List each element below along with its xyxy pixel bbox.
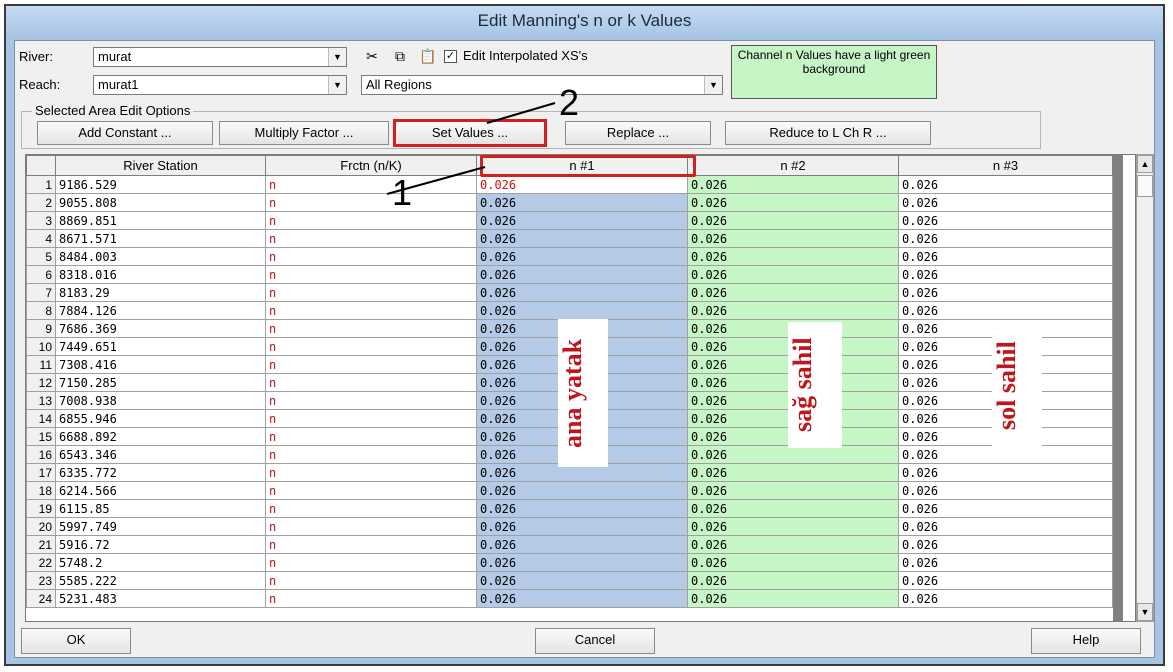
window-title: Edit Manning's n or k Values — [6, 6, 1163, 36]
manning-dialog: Edit Manning's n or k Values River: mura… — [4, 4, 1165, 666]
marker-lines — [386, 102, 556, 195]
ok-button[interactable]: OK — [21, 628, 131, 654]
cancel-button[interactable]: Cancel — [535, 628, 655, 654]
dialog-client: River: murat ▼ Reach: murat1 ▼ ✂ ⧉ 📋 ✓ E… — [14, 40, 1155, 658]
marker-1: 1 — [392, 172, 413, 213]
help-button[interactable]: Help — [1031, 628, 1141, 654]
marker-2: 2 — [559, 82, 580, 123]
